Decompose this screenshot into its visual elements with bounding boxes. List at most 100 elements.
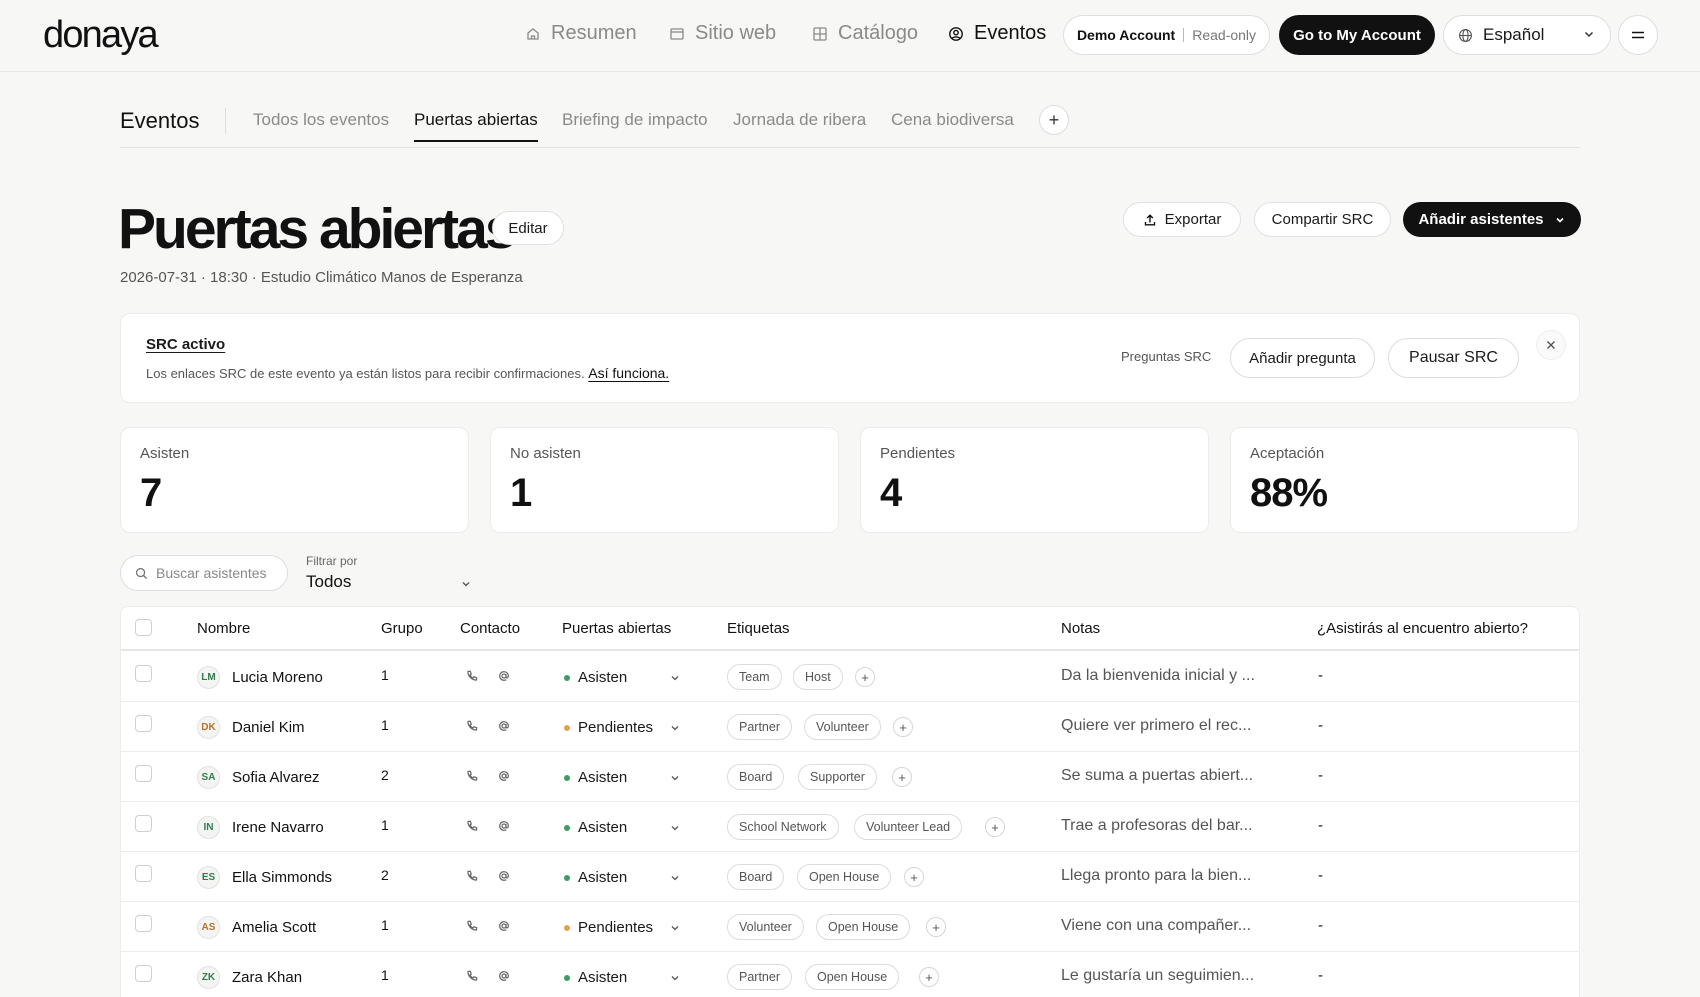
tag-chip[interactable]: Open House bbox=[816, 914, 911, 940]
brand-logo[interactable]: donaya bbox=[43, 14, 159, 57]
chevron-down-icon[interactable] bbox=[669, 672, 681, 684]
export-button[interactable]: Exportar bbox=[1123, 202, 1241, 237]
tab-cena-biodiversa[interactable]: Cena biodiversa bbox=[891, 110, 1014, 130]
row-checkbox[interactable] bbox=[135, 815, 152, 832]
rsvp-status[interactable]: Asisten bbox=[564, 769, 627, 786]
nav-resumen[interactable]: Resumen bbox=[525, 22, 637, 45]
email-icon[interactable] bbox=[497, 969, 511, 983]
tag-chip[interactable]: Open House bbox=[805, 964, 900, 990]
tab-briefing-de-impacto[interactable]: Briefing de impacto bbox=[562, 110, 708, 130]
attendee-name[interactable]: Zara Khan bbox=[232, 969, 302, 986]
attendee-name[interactable]: Sofia Alvarez bbox=[232, 769, 320, 786]
add-tab-button[interactable]: + bbox=[1039, 105, 1069, 135]
add-tag-button[interactable]: + bbox=[893, 717, 913, 737]
attendee-note[interactable]: Quiere ver primero el rec... bbox=[1061, 717, 1251, 735]
attendee-note[interactable]: Llega pronto para la bien... bbox=[1061, 867, 1251, 885]
chevron-down-icon[interactable] bbox=[669, 922, 681, 934]
tag-chip[interactable]: Volunteer Lead bbox=[854, 814, 963, 840]
phone-icon[interactable] bbox=[465, 719, 479, 733]
email-icon[interactable] bbox=[497, 769, 511, 783]
column-header-status[interactable]: Puertas abiertas bbox=[562, 620, 671, 637]
column-header-group[interactable]: Grupo bbox=[381, 620, 423, 637]
chevron-down-icon[interactable] bbox=[460, 578, 472, 590]
email-icon[interactable] bbox=[497, 719, 511, 733]
email-icon[interactable] bbox=[497, 919, 511, 933]
rsvp-status[interactable]: Asisten bbox=[564, 669, 627, 686]
attendee-name[interactable]: Amelia Scott bbox=[232, 919, 316, 936]
how-it-works-link[interactable]: Así funciona. bbox=[588, 365, 669, 381]
rsvp-status[interactable]: Pendientes bbox=[564, 919, 653, 936]
select-all-checkbox[interactable] bbox=[135, 619, 152, 636]
row-checkbox[interactable] bbox=[135, 915, 152, 932]
column-header-name[interactable]: Nombre bbox=[197, 620, 250, 637]
tag-chip[interactable]: Open House bbox=[797, 864, 892, 890]
rsvp-status[interactable]: Asisten bbox=[564, 969, 627, 986]
table-row[interactable]: SA Sofia Alvarez 2 Asisten Board Supporter + Se… bbox=[121, 752, 1579, 802]
row-checkbox[interactable] bbox=[135, 965, 152, 982]
nav-catalogo[interactable]: Catálogo bbox=[812, 22, 918, 45]
table-row[interactable]: ZK Zara Khan 1 Asisten Partner Open House + Le … bbox=[121, 952, 1579, 997]
banner-title[interactable]: SRC activo bbox=[146, 336, 225, 353]
add-question-button[interactable]: Añadir pregunta bbox=[1230, 338, 1375, 378]
tab-todos-los-eventos[interactable]: Todos los eventos bbox=[253, 110, 389, 130]
close-banner-button[interactable] bbox=[1536, 330, 1566, 360]
tag-chip[interactable]: School Network bbox=[727, 814, 839, 840]
phone-icon[interactable] bbox=[465, 669, 479, 683]
chevron-down-icon[interactable] bbox=[669, 722, 681, 734]
tag-chip[interactable]: Board bbox=[727, 864, 785, 890]
edit-button[interactable]: Editar bbox=[492, 211, 564, 245]
add-tag-button[interactable]: + bbox=[904, 867, 924, 887]
nav-sitio-web[interactable]: Sitio web bbox=[669, 22, 776, 45]
row-checkbox[interactable] bbox=[135, 865, 152, 882]
attendee-note[interactable]: Se suma a puertas abiert... bbox=[1061, 767, 1253, 785]
table-row[interactable]: LM Lucia Moreno 1 Asisten Team Host + Da la bie… bbox=[121, 652, 1579, 702]
phone-icon[interactable] bbox=[465, 769, 479, 783]
add-tag-button[interactable]: + bbox=[926, 917, 946, 937]
pause-src-button[interactable]: Pausar SRC bbox=[1388, 338, 1519, 378]
chevron-down-icon[interactable] bbox=[669, 972, 681, 984]
rsvp-status[interactable]: Asisten bbox=[564, 869, 627, 886]
phone-icon[interactable] bbox=[465, 819, 479, 833]
attendee-note[interactable]: Le gustaría un seguimien... bbox=[1061, 967, 1254, 985]
attendee-name[interactable]: Ella Simmonds bbox=[232, 869, 332, 886]
tag-chip[interactable]: Volunteer bbox=[727, 914, 804, 940]
tag-chip[interactable]: Board bbox=[727, 764, 785, 790]
menu-button[interactable] bbox=[1618, 15, 1658, 55]
phone-icon[interactable] bbox=[465, 869, 479, 883]
tag-chip[interactable]: Host bbox=[793, 664, 843, 690]
row-checkbox[interactable] bbox=[135, 715, 152, 732]
row-checkbox[interactable] bbox=[135, 665, 152, 682]
nav-eventos[interactable]: Eventos bbox=[948, 22, 1046, 45]
attendee-name[interactable]: Irene Navarro bbox=[232, 819, 324, 836]
chevron-down-icon[interactable] bbox=[669, 872, 681, 884]
add-tag-button[interactable]: + bbox=[985, 817, 1005, 837]
column-header-contact[interactable]: Contacto bbox=[460, 620, 520, 637]
tab-puertas-abiertas[interactable]: Puertas abiertas bbox=[414, 110, 538, 142]
email-icon[interactable] bbox=[497, 819, 511, 833]
share-src-button[interactable]: Compartir SRC bbox=[1254, 202, 1391, 237]
filter-select[interactable]: Todos bbox=[306, 572, 351, 592]
attendee-note[interactable]: Viene con una compañer... bbox=[1061, 917, 1251, 935]
search-input[interactable]: Buscar asistentes bbox=[120, 555, 288, 591]
tag-chip[interactable]: Partner bbox=[727, 714, 792, 740]
column-header-question[interactable]: ¿Asistirás al encuentro abierto? bbox=[1317, 620, 1528, 637]
column-header-notes[interactable]: Notas bbox=[1061, 620, 1100, 637]
attendee-name[interactable]: Daniel Kim bbox=[232, 719, 305, 736]
add-tag-button[interactable]: + bbox=[892, 767, 912, 787]
attendee-note[interactable]: Trae a profesoras del bar... bbox=[1061, 817, 1253, 835]
tag-chip[interactable]: Supporter bbox=[798, 764, 877, 790]
tag-chip[interactable]: Team bbox=[727, 664, 782, 690]
add-attendees-button[interactable]: Añadir asistentes bbox=[1403, 202, 1581, 237]
tag-chip[interactable]: Volunteer bbox=[804, 714, 881, 740]
add-tag-button[interactable]: + bbox=[855, 667, 875, 687]
email-icon[interactable] bbox=[497, 869, 511, 883]
table-row[interactable]: ES Ella Simmonds 2 Asisten Board Open House + L… bbox=[121, 852, 1579, 902]
table-row[interactable]: AS Amelia Scott 1 Pendientes Volunteer Open H… bbox=[121, 902, 1579, 952]
column-header-tags[interactable]: Etiquetas bbox=[727, 620, 790, 637]
tab-jornada-de-ribera[interactable]: Jornada de ribera bbox=[733, 110, 866, 130]
row-checkbox[interactable] bbox=[135, 765, 152, 782]
attendee-name[interactable]: Lucia Moreno bbox=[232, 669, 323, 686]
go-to-account-button[interactable]: Go to My Account bbox=[1279, 15, 1435, 55]
rsvp-status[interactable]: Asisten bbox=[564, 819, 627, 836]
add-tag-button[interactable]: + bbox=[919, 967, 939, 987]
